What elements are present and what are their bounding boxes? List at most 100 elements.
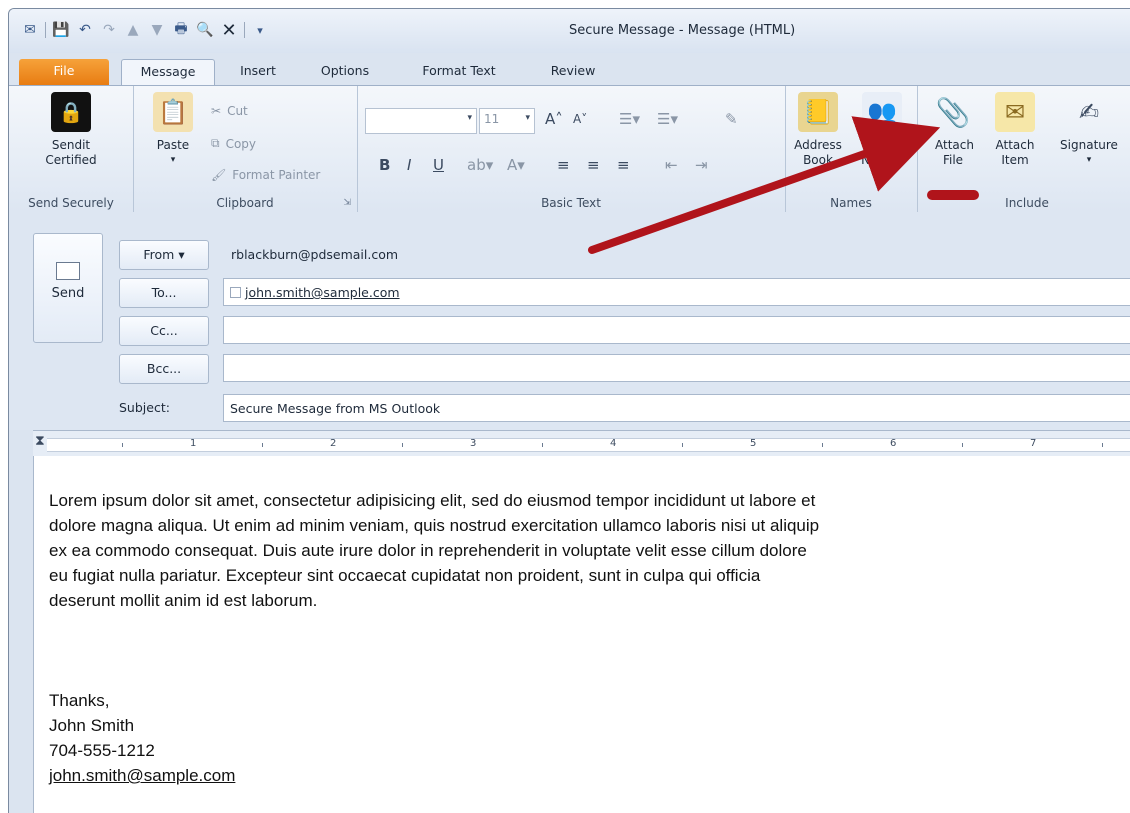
group-label-basic-text: Basic Text [541,196,601,210]
highlight-icon[interactable]: ab▾ [467,156,493,174]
customize-qat-icon[interactable]: ▾ [251,21,269,39]
copy-button[interactable]: ⧉ Copy [211,136,256,151]
subject-label: Subject: [119,400,170,415]
qat-separator [45,22,46,38]
increase-indent-icon[interactable]: ⇥ [695,156,708,174]
signature-email-link[interactable]: john.smith@sample.com [49,766,235,785]
ruler-tick [682,443,683,447]
ruler-bar: 1 2 3 4 5 6 7 [47,438,1130,452]
dialog-launcher-icon[interactable]: ⇲ [343,198,351,208]
tab-message[interactable]: Message [121,59,215,86]
quick-access-toolbar: ✉ 💾 ↶ ↷ ▲ ▼ 🖶 🔍 ✕ ▾ [21,20,269,41]
attach-item-button[interactable]: ✉ Attach Item [987,92,1043,168]
align-center-icon[interactable]: ≡ [587,156,600,174]
group-clipboard: 📋 Paste ▾ ✂ Cut ⧉ Copy 🖌 Format Painter Cli… [133,86,358,212]
to-button[interactable]: To... [119,278,209,308]
ribbon-tabs: File Message Insert Options Format Text … [9,53,1130,86]
next-item-icon[interactable]: ▼ [148,21,166,39]
signature-pen-icon: ✍ [1078,97,1100,126]
paste-label: Paste [156,138,190,152]
recipient-checkbox-icon [230,287,241,298]
message-body[interactable]: Lorem ipsum dolor sit amet, consectetur … [33,456,1130,813]
font-size-value: 11 [484,112,500,126]
ruler-number: 7 [1030,438,1037,449]
send-icon [56,262,80,280]
paste-button[interactable]: 📋 Paste ▾ [143,92,203,168]
ruler-number: 5 [750,438,757,449]
italic-icon[interactable]: I [407,156,411,174]
outlook-app-icon[interactable]: ✉ [21,21,39,39]
underline-icon[interactable]: U [433,156,444,174]
clear-formatting-icon[interactable]: ✎ [725,110,738,128]
grow-font-icon[interactable]: A˄ [545,110,563,128]
tab-file[interactable]: File [19,59,109,85]
send-button[interactable]: Send [33,233,103,343]
font-color-icon[interactable]: A▾ [507,156,525,174]
font-size-box[interactable]: 11 ▾ [479,108,535,134]
signature-block: Thanks, John Smith 704-555-1212 john.smi… [49,688,235,788]
from-label: From [143,247,175,262]
ruler-number: 2 [330,438,337,449]
qat-separator [244,22,245,38]
ruler: ⧗ 1 2 3 4 5 6 7 [33,430,1130,458]
signature-button[interactable]: ✍ Signature ▾ [1049,92,1129,168]
paperclip-icon: 📎 [935,95,971,129]
to-field[interactable]: john.smith@sample.com [223,278,1130,306]
cc-button[interactable]: Cc... [119,316,209,346]
tab-format-text[interactable]: Format Text [403,59,515,85]
numbering-icon[interactable]: ☰▾ [657,110,678,128]
bcc-button[interactable]: Bcc... [119,354,209,384]
from-button[interactable]: From ▾ [119,240,209,270]
tab-insert[interactable]: Insert [223,59,293,85]
subject-field[interactable]: Secure Message from MS Outlook [223,394,1130,422]
ruler-number: 3 [470,438,477,449]
paintbrush-icon: 🖌 [211,168,227,182]
attach-file-label: Attach File [935,138,974,167]
ruler-number: 6 [890,438,897,449]
ruler-tick [262,443,263,447]
sendit-certified-label: Sendit Certified [45,138,97,167]
address-book-button[interactable]: 📒 Address Book [787,92,849,168]
check-names-icon: 👥 [862,92,902,132]
align-left-icon[interactable]: ≡ [557,156,570,174]
group-label-include: Include [1005,196,1049,210]
bullets-icon[interactable]: ☰▾ [619,110,640,128]
to-recipient[interactable]: john.smith@sample.com [245,285,400,300]
shrink-font-icon[interactable]: A˅ [573,112,587,126]
send-label: Send [51,286,85,301]
bcc-field[interactable] [223,354,1130,382]
delete-icon[interactable]: ✕ [220,20,238,41]
print-icon[interactable]: 🖶 [172,21,190,39]
cut-button[interactable]: ✂ Cut [211,104,248,118]
group-basic-text: ▾ 11 ▾ A˄ A˅ ☰▾ ☰▾ ✎ B I U ab▾ A▾ ≡ ≡ ≡ ⇤… [357,86,786,212]
align-right-icon[interactable]: ≡ [617,156,630,174]
tab-review[interactable]: Review [537,59,609,85]
indent-marker-icon[interactable]: ⧗ [35,433,45,449]
lock-icon: 🔒 [51,92,91,132]
previous-item-icon[interactable]: ▲ [124,21,142,39]
outlook-message-window: ✉ 💾 ↶ ↷ ▲ ▼ 🖶 🔍 ✕ ▾ Secure Message - Mes… [8,8,1130,813]
font-name-box[interactable]: ▾ [365,108,477,134]
decrease-indent-icon[interactable]: ⇤ [665,156,678,174]
attach-file-button[interactable]: 📎 Attach File [925,92,981,168]
envelope-attach-icon: ✉ [995,92,1035,132]
window-title: Secure Message - Message (HTML) [569,23,796,38]
sendit-certified-button[interactable]: 🔒 Sendit Certified [27,92,115,168]
format-painter-button[interactable]: 🖌 Format Painter [211,168,320,182]
redo-icon[interactable]: ↷ [100,21,118,39]
print-preview-icon[interactable]: 🔍 [196,21,214,39]
ruler-tick [1102,443,1103,447]
group-label-names: Names [830,196,872,210]
signature-label: Signature [1060,138,1118,152]
tab-options[interactable]: Options [307,59,383,85]
format-painter-label: Format Painter [232,168,321,182]
ruler-number: 1 [190,438,197,449]
save-icon[interactable]: 💾 [52,21,70,39]
cut-label: Cut [227,104,248,118]
address-book-label: Address Book [794,138,842,167]
cc-field[interactable] [223,316,1130,344]
ribbon: 🔒 Sendit Certified Send Securely 📋 Paste… [9,85,1130,213]
check-names-button[interactable]: 👥 Check Names [851,92,913,168]
undo-icon[interactable]: ↶ [76,21,94,39]
bold-icon[interactable]: B [379,156,390,174]
